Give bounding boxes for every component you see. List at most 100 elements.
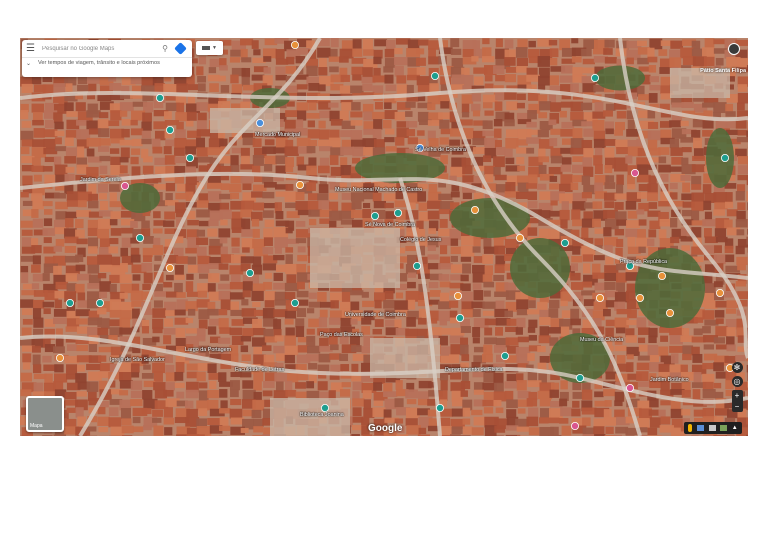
roof-block <box>416 67 426 76</box>
roof-block <box>207 399 219 411</box>
roof-block <box>494 128 502 139</box>
roof-block <box>31 209 39 218</box>
roof-block <box>198 56 207 65</box>
roof-block <box>603 237 618 247</box>
zoom-in-button[interactable]: + <box>732 390 743 401</box>
place-pin-icon <box>136 233 145 242</box>
search-icon[interactable]: ⚲ <box>159 44 171 53</box>
roof-block <box>33 128 45 138</box>
roof-block <box>99 155 111 162</box>
layers-toggle-button[interactable]: ▼ <box>196 41 223 55</box>
map-place-label[interactable]: Colégio de Jesus <box>400 237 441 243</box>
map-viewport[interactable]: ☰ ⚲ ⌄ Ver tempos de viagem, trânsito e l… <box>20 38 748 436</box>
roof-block <box>515 66 528 73</box>
travel-suggestion[interactable]: ⌄ Ver tempos de viagem, trânsito e locai… <box>22 57 192 76</box>
map-place-label[interactable]: Universidade de Coimbra <box>345 312 406 318</box>
account-avatar[interactable] <box>728 43 740 55</box>
roof-block <box>384 48 395 58</box>
roof-block <box>307 120 315 128</box>
roof-block <box>296 308 307 318</box>
roof-block <box>484 327 493 336</box>
roof-block <box>218 290 231 300</box>
roof-block <box>713 192 727 203</box>
roof-block <box>515 327 523 335</box>
roof-block <box>616 272 627 283</box>
map-place-label[interactable]: Mercado Municipal <box>255 132 300 138</box>
roof-block <box>495 407 504 414</box>
layer-terrain-icon[interactable] <box>708 425 716 431</box>
roof-block <box>42 228 56 236</box>
zoom-out-button[interactable]: − <box>732 401 743 412</box>
directions-icon[interactable] <box>174 42 187 55</box>
roof-block <box>186 120 194 127</box>
roof-block <box>351 219 363 228</box>
roof-block <box>427 120 440 126</box>
roof-block <box>99 165 108 175</box>
roof-block <box>209 83 219 92</box>
map-place-label[interactable]: Igreja de São Salvador <box>110 357 165 363</box>
roof-block <box>439 218 448 228</box>
roof-block <box>560 407 572 417</box>
roof-block <box>691 164 706 173</box>
roof-block <box>460 74 474 86</box>
roof-block <box>593 255 605 261</box>
roof-block <box>153 228 163 234</box>
roof-block <box>22 200 34 206</box>
map-place-label[interactable]: Museu Nacional Machado de Castro <box>335 187 422 193</box>
roof-block <box>284 146 299 156</box>
satellite-imagery[interactable] <box>20 38 748 436</box>
map-place-label[interactable]: Faculdade de Letras <box>235 367 284 373</box>
roof-block <box>65 147 79 157</box>
roof-block <box>550 382 560 390</box>
map-place-label[interactable]: Jardim da Sereia <box>80 177 121 183</box>
roof-block <box>616 174 624 185</box>
map-place-label[interactable]: Largo da Portagem <box>185 347 231 353</box>
roof-block <box>110 211 121 219</box>
roof-block <box>196 237 209 245</box>
search-input[interactable] <box>38 45 159 52</box>
map-place-label[interactable]: Biblioteca Joanina <box>300 412 344 418</box>
map-bottom-toolbar: ▲ <box>684 422 742 434</box>
roof-block <box>142 283 151 291</box>
roof-block <box>713 102 727 114</box>
roof-block <box>450 38 460 48</box>
roof-block <box>186 111 197 121</box>
layer-transit-icon[interactable] <box>696 425 704 431</box>
roof-block <box>681 245 690 251</box>
roof-block <box>317 139 330 147</box>
map-place-label[interactable]: Museu da Ciência <box>580 337 623 343</box>
roof-block <box>539 326 549 337</box>
roof-block <box>42 166 53 172</box>
layer-satellite-icon[interactable] <box>720 425 728 431</box>
roof-block <box>581 407 597 415</box>
map-place-label[interactable]: Sé Velha de Coimbra <box>415 147 466 153</box>
map-place-label[interactable]: Sé Nova de Coimbra <box>365 222 415 228</box>
roof-block <box>462 263 471 274</box>
roof-block <box>505 157 515 165</box>
roof-block <box>626 362 634 373</box>
place-pin-icon <box>56 353 65 362</box>
roof-block <box>207 389 219 399</box>
roof-block <box>164 318 174 327</box>
roof-block <box>637 337 646 344</box>
roof-block <box>669 57 682 68</box>
place-pin-icon <box>515 233 524 242</box>
roof-block <box>130 380 143 390</box>
map-place-label[interactable]: Paço das Escolas <box>320 332 363 338</box>
roof-block <box>54 164 68 176</box>
expand-icon[interactable]: ▲ <box>732 425 738 431</box>
place-pin-icon <box>430 72 439 81</box>
layer-switcher-thumbnail[interactable]: Mapa <box>26 396 64 432</box>
roof-block <box>22 318 33 325</box>
map-place-label[interactable]: Jardim Botânico <box>650 377 689 383</box>
roof-block <box>306 112 321 119</box>
map-place-label[interactable]: Praça da República <box>620 259 667 265</box>
menu-icon[interactable]: ☰ <box>26 43 38 54</box>
map-place-label[interactable]: Departamento de Física <box>445 367 503 373</box>
corner-place-label[interactable]: Pátio Santa Filipa <box>700 68 746 74</box>
my-location-icon[interactable]: ◎ <box>731 376 743 387</box>
compass-icon[interactable]: ✻ <box>731 362 743 373</box>
pegman-icon[interactable] <box>688 424 693 432</box>
roof-block <box>428 138 439 147</box>
roof-block <box>626 220 640 229</box>
